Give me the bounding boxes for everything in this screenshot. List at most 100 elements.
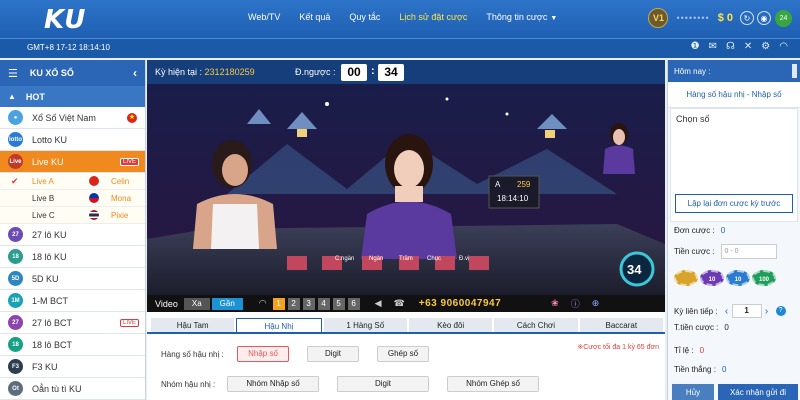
- nav-web-tv[interactable]: Web/TV: [248, 12, 280, 22]
- sidebar-item-label: 1-M BCT: [32, 295, 68, 306]
- sidebar-item-27-lo-ku[interactable]: 27 27 lô KU: [0, 224, 145, 246]
- tab-hau-tam[interactable]: Hậu Tam: [151, 318, 235, 332]
- consecutive-label: Kỳ liên tiếp :: [674, 306, 718, 316]
- sidebar-item-oan-tu-ti-ku[interactable]: Ot Oẳn tù tì KU: [0, 378, 145, 400]
- chip-row: 10 10 100: [674, 270, 778, 286]
- increment-icon[interactable]: ›: [762, 306, 772, 317]
- channel-4-button[interactable]: 4: [317, 297, 330, 310]
- eye-icon[interactable]: ◉: [757, 11, 771, 25]
- masked-account: ••••••••: [676, 13, 710, 23]
- top-bar: KU Web/TV Kết quả Quy tắc Lịch sử đặt cư…: [0, 0, 800, 38]
- bet-count-row: Đơn cược : 0: [674, 226, 725, 235]
- 27-icon: 27: [8, 227, 23, 242]
- decrement-icon[interactable]: ‹: [722, 306, 732, 317]
- number-entry-box[interactable]: Chọn số Lập lại đơn cược kỳ trước: [670, 108, 798, 222]
- view-far-button[interactable]: Xa: [183, 297, 210, 310]
- sidebar-item-label: 18 lô BCT: [32, 339, 73, 350]
- sidebar-subitem-live-c[interactable]: Live C Pixie: [0, 207, 145, 224]
- refresh-icon[interactable]: ↻: [740, 11, 754, 25]
- nhom-digit-button[interactable]: Digit: [337, 376, 429, 392]
- current-draw: Kỳ hiện tại : 2312180259: [155, 67, 255, 77]
- live-video-stream[interactable]: C.ngàn Ngàn Trăm Chục Đ.vị A 259 18:14:1…: [147, 84, 665, 295]
- ghep-so-button[interactable]: Ghép số: [377, 346, 429, 362]
- nav-bet-history[interactable]: Lịch sử đặt cược: [399, 12, 467, 22]
- sidebar-item-27-lo-bct[interactable]: 27 27 lô BCT LIVE: [0, 312, 145, 334]
- help-icon[interactable]: ?: [775, 306, 786, 316]
- current-draw-number: 2312180259: [204, 67, 255, 77]
- wifi-icon[interactable]: ◠: [779, 41, 788, 52]
- tab-keo-doi[interactable]: Kèo đôi: [408, 318, 493, 332]
- submit-bet-button[interactable]: Xác nhận gửi đi: [718, 384, 798, 400]
- channel-3-button[interactable]: 3: [302, 297, 315, 310]
- sidebar-item-xo-so-viet-nam[interactable]: ● Xổ Số Việt Nam ★: [0, 107, 145, 129]
- collapse-icon[interactable]: ‹: [133, 66, 137, 80]
- cancel-button[interactable]: Hủy: [672, 384, 714, 400]
- notification-badge[interactable]: 24: [775, 9, 792, 27]
- headset-icon[interactable]: ☊: [726, 41, 735, 52]
- nav-rules[interactable]: Quy tắc: [349, 12, 380, 22]
- total-stake-row: T.tiền cược : 0: [674, 323, 729, 332]
- overlay-time: 18:14:10: [497, 194, 529, 203]
- sidebar-header: ☰ KU XỔ SỐ ‹: [0, 60, 145, 86]
- chip-10-purple[interactable]: 10: [700, 270, 724, 286]
- gear-icon[interactable]: ⚙: [761, 41, 770, 52]
- fullscreen-icon[interactable]: ⊕: [592, 298, 600, 309]
- channel-5-button[interactable]: 5: [332, 297, 345, 310]
- tab-cach-choi[interactable]: Cách Chơi: [494, 318, 578, 332]
- rock-paper-scissors-icon: Ot: [8, 381, 23, 396]
- tab-hau-nhi[interactable]: Hậu Nhị: [236, 318, 322, 332]
- volume-icon[interactable]: ◀: [375, 298, 382, 309]
- ku-logo[interactable]: KU: [44, 5, 86, 35]
- sidebar-subitem-live-a[interactable]: ✔ Live A Celin: [0, 173, 145, 190]
- hot-section-toggle[interactable]: ▲ HOT: [0, 86, 145, 107]
- draw-info-bar: Kỳ hiện tại : 2312180259 Đ.ngược : 00 : …: [147, 60, 665, 84]
- 18-icon: 18: [8, 337, 23, 352]
- stake-input[interactable]: 0 - 0: [720, 244, 777, 259]
- choose-number-label: Chọn số: [676, 114, 710, 124]
- total-stake-label: T.tiền cược :: [674, 323, 719, 332]
- sidebar-item-1m-bct[interactable]: 1M 1-M BCT: [0, 290, 145, 312]
- vietnam-flag-icon: ★: [127, 112, 137, 123]
- nav-results[interactable]: Kết quả: [299, 12, 330, 22]
- winnings-value: 0: [721, 365, 727, 374]
- server-clock: GMT+8 17-12 18:14:10: [27, 43, 110, 52]
- nav-bet-info[interactable]: Thông tin cược ▼: [486, 12, 557, 22]
- nhom-ghep-so-button[interactable]: Nhóm Ghép số: [447, 376, 539, 392]
- channel-1-button[interactable]: 1: [272, 297, 285, 310]
- vip-level-badge[interactable]: V1: [648, 8, 669, 28]
- chip-100[interactable]: 100: [752, 270, 776, 286]
- consecutive-value[interactable]: 1: [731, 304, 762, 318]
- tab-1-hang-so[interactable]: 1 Hàng Số: [323, 318, 407, 332]
- sidebar-item-label: 5D KU: [32, 273, 59, 284]
- info-icon[interactable]: ⓘ: [571, 297, 580, 310]
- scrollbar[interactable]: [792, 64, 797, 78]
- tools-icon[interactable]: ✕: [744, 41, 752, 52]
- view-near-button[interactable]: Gần: [211, 297, 243, 310]
- host-name: Pixie: [111, 210, 129, 220]
- sidebar-item-18-lo-ku[interactable]: 18 18 lô KU: [0, 246, 145, 268]
- sidebar-item-f3-ku[interactable]: F3 F3 KU: [0, 356, 145, 378]
- nhap-so-button[interactable]: Nhập số: [237, 346, 289, 362]
- sidebar-subitem-live-b[interactable]: Live B Mona: [0, 190, 145, 207]
- menu-icon[interactable]: ☰: [8, 67, 18, 80]
- repeat-last-bet-button[interactable]: Lập lại đơn cược kỳ trước: [675, 194, 793, 213]
- mail-icon[interactable]: ✉: [709, 41, 717, 52]
- digit-button[interactable]: Digit: [307, 346, 359, 362]
- main-nav: Web/TV Kết quả Quy tắc Lịch sử đặt cược …: [248, 12, 576, 22]
- current-draw-label: Kỳ hiện tại :: [155, 67, 203, 77]
- nhom-nhap-so-button[interactable]: Nhóm Nhập số: [227, 376, 319, 392]
- sidebar-item-label: 18 lô KU: [32, 251, 67, 262]
- sidebar-item-lotto-ku[interactable]: lotto Lotto KU: [0, 129, 145, 151]
- chip-gold[interactable]: [674, 270, 698, 286]
- flag-icon[interactable]: ❶: [691, 41, 700, 52]
- sidebar-item-live-ku[interactable]: Live Live KU LIVE: [0, 151, 145, 173]
- gift-icon[interactable]: ❀: [551, 298, 559, 309]
- channel-6-button[interactable]: 6: [347, 297, 360, 310]
- sidebar-item-5d-ku[interactable]: 5D 5D KU: [0, 268, 145, 290]
- tab-baccarat[interactable]: Baccarat: [579, 318, 663, 332]
- channel-2-button[interactable]: 2: [287, 297, 300, 310]
- f3-icon: F3: [8, 359, 23, 374]
- chip-10-blue[interactable]: 10: [726, 270, 750, 286]
- account-info: V1 •••••••• $ 0 ↻ ◉ 24: [648, 8, 792, 28]
- sidebar-item-18-lo-bct[interactable]: 18 18 lô BCT: [0, 334, 145, 356]
